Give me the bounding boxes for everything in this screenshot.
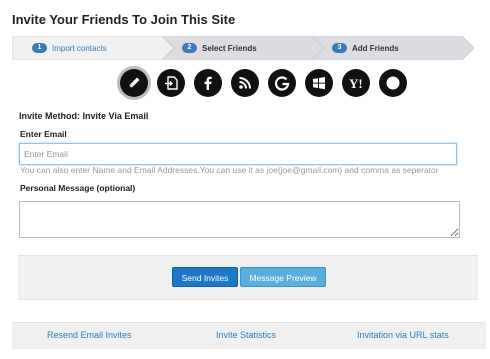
step-number: 3 [332,43,347,53]
step-number: 2 [182,43,197,53]
provider-windows-button[interactable] [302,66,336,100]
provider-rss-button[interactable] [228,66,262,100]
record-icon [386,76,400,90]
provider-facebook-button[interactable] [191,66,225,100]
step-label: Import contacts [52,43,107,53]
step-label: Select Friends [202,43,257,53]
footer-links: Resend Email Invites Invite Statistics I… [12,322,486,349]
action-bar: Send Invites Message Preview [18,255,478,300]
yahoo-icon: Y! [349,76,363,91]
rss-icon [239,77,251,89]
step-number: 1 [32,43,47,53]
provider-icons: Y! [117,66,407,100]
windows-icon [313,77,325,90]
invite-method-heading: Invite Method: Invite Via Email [19,111,149,121]
message-label: Personal Message (optional) [20,183,136,193]
send-invites-button[interactable]: Send Invites [172,267,238,287]
step-progress: 1 Import contacts 2 Select Friends 3 Add… [12,36,474,60]
google-icon [274,76,290,91]
email-input[interactable] [19,143,457,165]
email-label: Enter Email [20,129,67,139]
import-file-icon [165,76,178,90]
message-preview-button[interactable]: Message Preview [240,267,326,287]
invite-statistics-link[interactable]: Invite Statistics [216,330,276,340]
step-import-contacts[interactable]: 1 Import contacts [12,36,174,60]
provider-import-button[interactable] [154,66,188,100]
provider-email-button[interactable] [117,66,151,100]
facebook-icon [204,76,212,90]
email-hint: You can also enter Name and Email Addres… [20,165,439,175]
provider-yahoo-button[interactable]: Y! [339,66,373,100]
url-stats-link[interactable]: Invitation via URL stats [357,330,449,340]
step-label: Add Friends [352,43,399,53]
step-add-friends[interactable]: 3 Add Friends [312,36,474,60]
personal-message-textarea[interactable] [19,201,460,238]
resend-email-invites-link[interactable]: Resend Email Invites [47,330,132,340]
pencil-icon [129,77,140,88]
step-select-friends[interactable]: 2 Select Friends [162,36,324,60]
provider-google-button[interactable] [265,66,299,100]
provider-other-button[interactable] [376,66,410,100]
svg-text:Y!: Y! [349,76,363,91]
page-title: Invite Your Friends To Join This Site [12,12,236,27]
